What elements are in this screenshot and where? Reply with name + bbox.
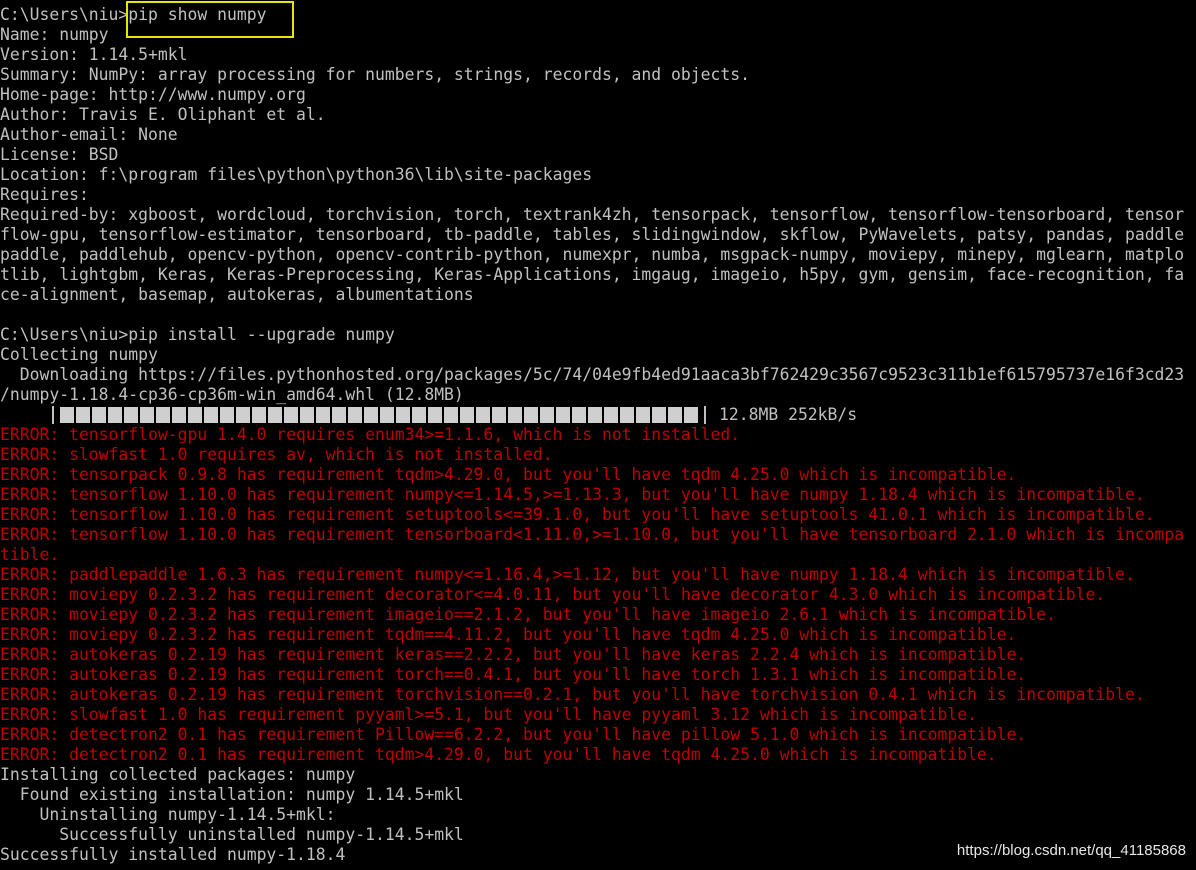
error-line: tible.	[0, 545, 60, 564]
terminal-line: ce-alignment, basemap, autokeras, albume…	[0, 285, 474, 304]
error-line: ERROR: tensorflow 1.10.0 has requirement…	[0, 525, 1185, 544]
error-line: ERROR: moviepy 0.2.3.2 has requirement i…	[0, 605, 1056, 624]
error-line: ERROR: slowfast 1.0 has requirement pyya…	[0, 705, 977, 724]
terminal-line: /numpy-1.18.4-cp36-cp36m-win_amd64.whl (…	[0, 385, 464, 404]
terminal-line: flow-gpu, tensorflow-estimator, tensorbo…	[0, 225, 1185, 244]
error-line: ERROR: moviepy 0.2.3.2 has requirement d…	[0, 585, 1106, 604]
terminal-line: Uninstalling numpy-1.14.5+mkl:	[0, 805, 336, 824]
error-line: ERROR: tensorflow-gpu 1.4.0 requires enu…	[0, 425, 741, 444]
error-line: ERROR: slowfast 1.0 requires av, which i…	[0, 445, 553, 464]
error-line: ERROR: tensorflow 1.10.0 has requirement…	[0, 485, 1145, 504]
terminal-line: Found existing installation: numpy 1.14.…	[0, 785, 464, 804]
terminal-line: License: BSD	[0, 145, 119, 164]
error-line: ERROR: tensorflow 1.10.0 has requirement…	[0, 505, 1155, 524]
terminal-line: Required-by: xgboost, wordcloud, torchvi…	[0, 205, 1185, 224]
progress-bar-left-edge	[52, 406, 54, 424]
terminal-line: C:\Users\niu>pip show numpy	[0, 5, 267, 24]
error-line: ERROR: detectron2 0.1 has requirement Pi…	[0, 725, 1027, 744]
terminal-line: Requires:	[0, 185, 89, 204]
terminal-line: Installing collected packages: numpy	[0, 765, 356, 784]
error-line: ERROR: paddlepaddle 1.6.3 has requiremen…	[0, 565, 1135, 584]
download-progress-bar	[52, 405, 712, 425]
watermark: https://blog.csdn.net/qq_41185868	[956, 842, 1186, 859]
terminal-line: tlib, lightgbm, Keras, Keras-Preprocessi…	[0, 265, 1185, 284]
error-line: ERROR: moviepy 0.2.3.2 has requirement t…	[0, 625, 1017, 644]
terminal-line: Home-page: http://www.numpy.org	[0, 85, 306, 104]
terminal-line: Name: numpy	[0, 25, 109, 44]
terminal-line: paddle, paddlehub, opencv-python, opencv…	[0, 245, 1185, 264]
terminal-window[interactable]: C:\Users\niu>pip show numpy Name: numpy Ve…	[0, 0, 1196, 870]
terminal-line: Version: 1.14.5+mkl	[0, 45, 188, 64]
error-line: ERROR: detectron2 0.1 has requirement tq…	[0, 745, 997, 764]
terminal-line: Author-email: None	[0, 125, 178, 144]
error-line: ERROR: autokeras 0.2.19 has requirement …	[0, 685, 1145, 704]
terminal-line: C:\Users\niu>pip install --upgrade numpy	[0, 325, 395, 344]
error-line: ERROR: tensorpack 0.9.8 has requirement …	[0, 465, 1017, 484]
terminal-line: Downloading https://files.pythonhosted.o…	[0, 365, 1185, 384]
terminal-line: Author: Travis E. Oliphant et al.	[0, 105, 326, 124]
terminal-line: Collecting numpy	[0, 345, 158, 364]
download-progress-text: 12.8MB 252kB/s	[719, 405, 858, 424]
error-line: ERROR: autokeras 0.2.19 has requirement …	[0, 665, 1027, 684]
terminal-line: Summary: NumPy: array processing for num…	[0, 65, 750, 84]
progress-bar-right-edge	[704, 406, 706, 424]
progress-bar-fill	[60, 407, 700, 423]
terminal-line: Location: f:\program files\python\python…	[0, 165, 593, 184]
error-line: ERROR: autokeras 0.2.19 has requirement …	[0, 645, 1027, 664]
